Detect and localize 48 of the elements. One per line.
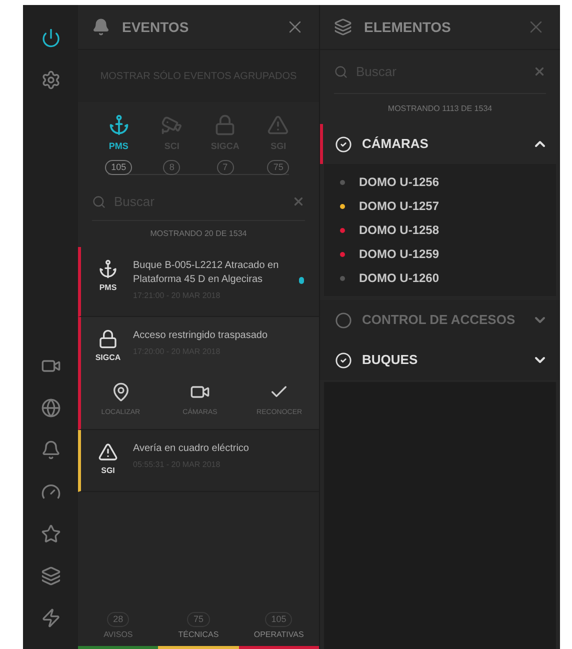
count-badge: 75 — [267, 160, 290, 175]
lightning-icon — [40, 608, 60, 628]
count-badge: 105 — [105, 160, 132, 175]
camera-item[interactable]: DOMO U-1259 — [324, 242, 556, 266]
warning-icon — [267, 114, 290, 136]
padlock-icon — [98, 329, 118, 349]
camera-item[interactable]: DOMO U-1258 — [324, 218, 556, 242]
panel-title: EVENTOS — [122, 18, 190, 36]
clear-icon[interactable] — [533, 65, 546, 78]
settings-icon — [40, 70, 60, 90]
count-badge: 7 — [216, 160, 234, 175]
circle-icon — [335, 312, 352, 328]
check-circle-icon — [335, 352, 352, 368]
panel-title: ELEMENTOS — [364, 18, 452, 36]
power-icon — [40, 28, 60, 48]
layers-icon — [334, 18, 352, 36]
camera-item[interactable]: DOMO U-1257 — [324, 194, 556, 218]
camera-item[interactable]: DOMO U-1256 — [324, 170, 556, 194]
count-badge: 28 — [107, 612, 130, 627]
camera-item[interactable]: DOMO U-1260 — [324, 266, 556, 290]
bell-icon — [40, 440, 60, 460]
count-badge: 105 — [265, 612, 292, 627]
map-pin-icon — [110, 382, 131, 402]
summary-tab[interactable]: 75 TÉCNICAS — [158, 612, 239, 649]
results-count: MOSTRANDO 1113 DE 1534 — [386, 103, 494, 115]
count-badge: 75 — [187, 612, 210, 627]
star-icon — [40, 524, 60, 544]
warning-icon — [98, 442, 118, 462]
event-title: Acceso restringido traspasado — [133, 329, 269, 343]
padlock-icon — [214, 114, 236, 136]
clear-icon[interactable] — [292, 195, 305, 208]
results-count: MOSTRANDO 20 DE 1534 — [149, 228, 248, 240]
bell-icon — [92, 18, 110, 36]
filter-tab[interactable]: PMS 105 — [96, 114, 142, 175]
search-icon — [334, 64, 348, 78]
source-label: PMS — [99, 282, 117, 294]
check-circle-icon — [335, 136, 352, 152]
anchor-icon — [108, 114, 130, 136]
globe-icon — [40, 398, 60, 418]
anchor-icon — [98, 259, 118, 279]
search-icon — [92, 194, 106, 208]
source-label: SGI — [101, 464, 115, 476]
event-title: Buque B-005-L2212 Atracado en Plataforma 45 D en Algeciras — [133, 259, 280, 287]
source-label: SIGCA — [95, 352, 121, 364]
layers-icon — [40, 566, 60, 586]
count-badge: 8 — [163, 160, 180, 175]
security-camera-icon — [160, 114, 183, 136]
event-title: Avería en cuadro eléctrico — [133, 442, 250, 456]
